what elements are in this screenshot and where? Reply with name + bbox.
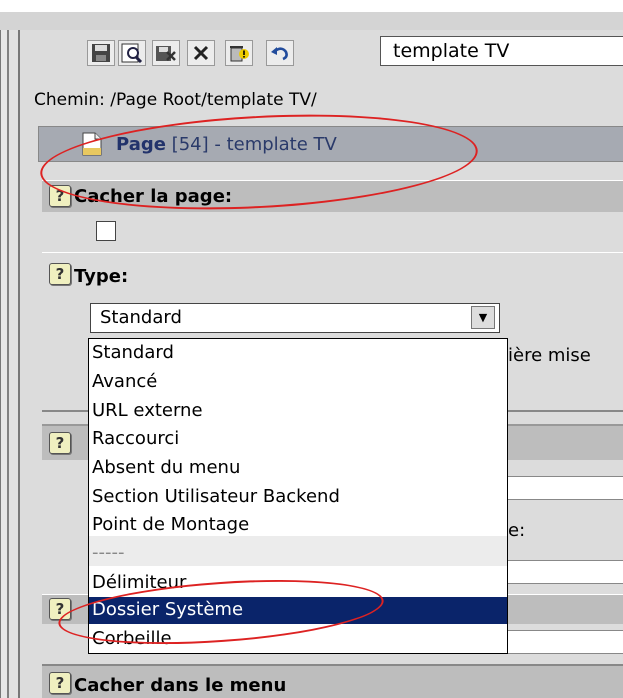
dropdown-option[interactable]: Standard [92,342,174,363]
page-title-input[interactable]: template TV [380,36,623,66]
window-band [0,12,623,30]
type-select-value: Standard [100,307,182,328]
delete-button[interactable] [225,40,253,66]
help-icon[interactable]: ? [49,672,71,694]
frame-gap [9,30,18,698]
save-icon [92,44,110,62]
separator-option-bg [89,536,507,566]
page-header-label: Page [54] - template TV [116,134,337,155]
dropdown-option[interactable]: Raccourci [92,428,179,449]
preview-icon [121,43,143,63]
dropdown-option[interactable]: Avancé [92,371,157,392]
save-close-icon [156,46,176,61]
top-strip [0,0,623,12]
close-icon [193,45,209,61]
dropdown-option[interactable]: Corbeille [92,628,172,649]
undo-button[interactable] [266,40,294,66]
field-label-hide-menu: Cacher dans le menu [74,675,287,696]
breadcrumb: Chemin: /Page Root/template TV/ [34,90,317,110]
help-icon[interactable]: ? [49,263,71,285]
text-input[interactable] [505,560,623,584]
dropdown-option[interactable]: Section Utilisateur Backend [92,486,340,507]
save-close-button[interactable] [152,40,180,66]
preview-button[interactable] [118,40,146,66]
save-button[interactable] [87,40,115,66]
dropdown-option[interactable]: Délimiteur [92,572,186,593]
page-icon [82,132,102,156]
text-input[interactable] [505,476,623,500]
help-icon[interactable]: ? [49,432,71,454]
divider [42,252,623,253]
dropdown-option-selected[interactable]: Dossier Système [92,599,243,620]
text-input[interactable] [505,630,623,654]
help-icon[interactable]: ? [49,598,71,620]
chevron-down-icon[interactable]: ▼ [471,306,495,329]
field-label-type: Type: [74,266,129,287]
help-icon[interactable]: ? [49,185,71,207]
delete-icon [230,46,249,62]
close-button[interactable] [187,40,215,66]
hide-page-checkbox[interactable] [96,221,116,241]
dropdown-option[interactable]: Absent du menu [92,457,240,478]
last-update-label: ière mise [508,345,591,366]
dropdown-option[interactable]: Point de Montage [92,514,249,535]
dropdown-option[interactable]: URL externe [92,400,203,421]
dropdown-separator: ----- [92,542,125,563]
field-label-hide-page: Cacher la page: [74,186,233,207]
undo-icon [271,47,288,61]
field-label: e: [508,520,526,541]
